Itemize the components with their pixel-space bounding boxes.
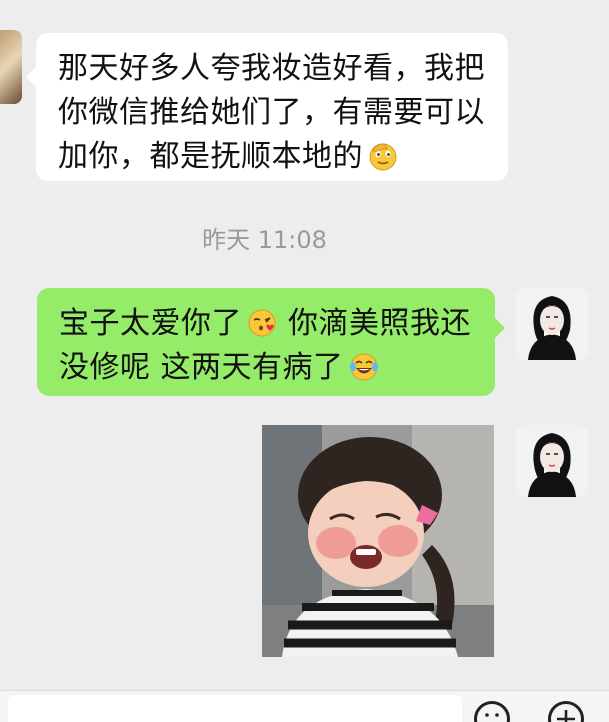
message-input-bar: [0, 690, 609, 722]
crying-laughing-emoji: [348, 351, 380, 383]
my-avatar-repeat[interactable]: [516, 425, 588, 497]
chat-view: 那天好多人夸我妆造好看，我把 你微信推给她们了，有需要可以 加你，都是抚顺本地的…: [0, 0, 609, 722]
emoji-face-icon[interactable]: [474, 701, 510, 722]
contact-avatar[interactable]: [0, 30, 22, 104]
salute-face-emoji: [367, 140, 399, 172]
my-avatar[interactable]: [516, 288, 588, 360]
message-timestamp: 昨天 11:08: [202, 226, 327, 254]
kissing-heart-emoji: [246, 307, 278, 339]
message-input[interactable]: [8, 695, 462, 722]
outgoing-message-bubble[interactable]: 宝子太爱你了 你滴美照我还 没修呢 这两天有病了: [37, 288, 505, 396]
laughing-toddler-sticker[interactable]: [262, 425, 494, 657]
outgoing-message-text-part1: 宝子太爱你了: [59, 306, 242, 341]
incoming-message-text: 那天好多人夸我妆造好看，我把 你微信推给她们了，有需要可以 加你，都是抚顺本地的: [58, 51, 485, 174]
incoming-message-bubble[interactable]: 那天好多人夸我妆造好看，我把 你微信推给她们了，有需要可以 加你，都是抚顺本地的: [26, 33, 508, 181]
plus-icon[interactable]: [548, 701, 584, 722]
